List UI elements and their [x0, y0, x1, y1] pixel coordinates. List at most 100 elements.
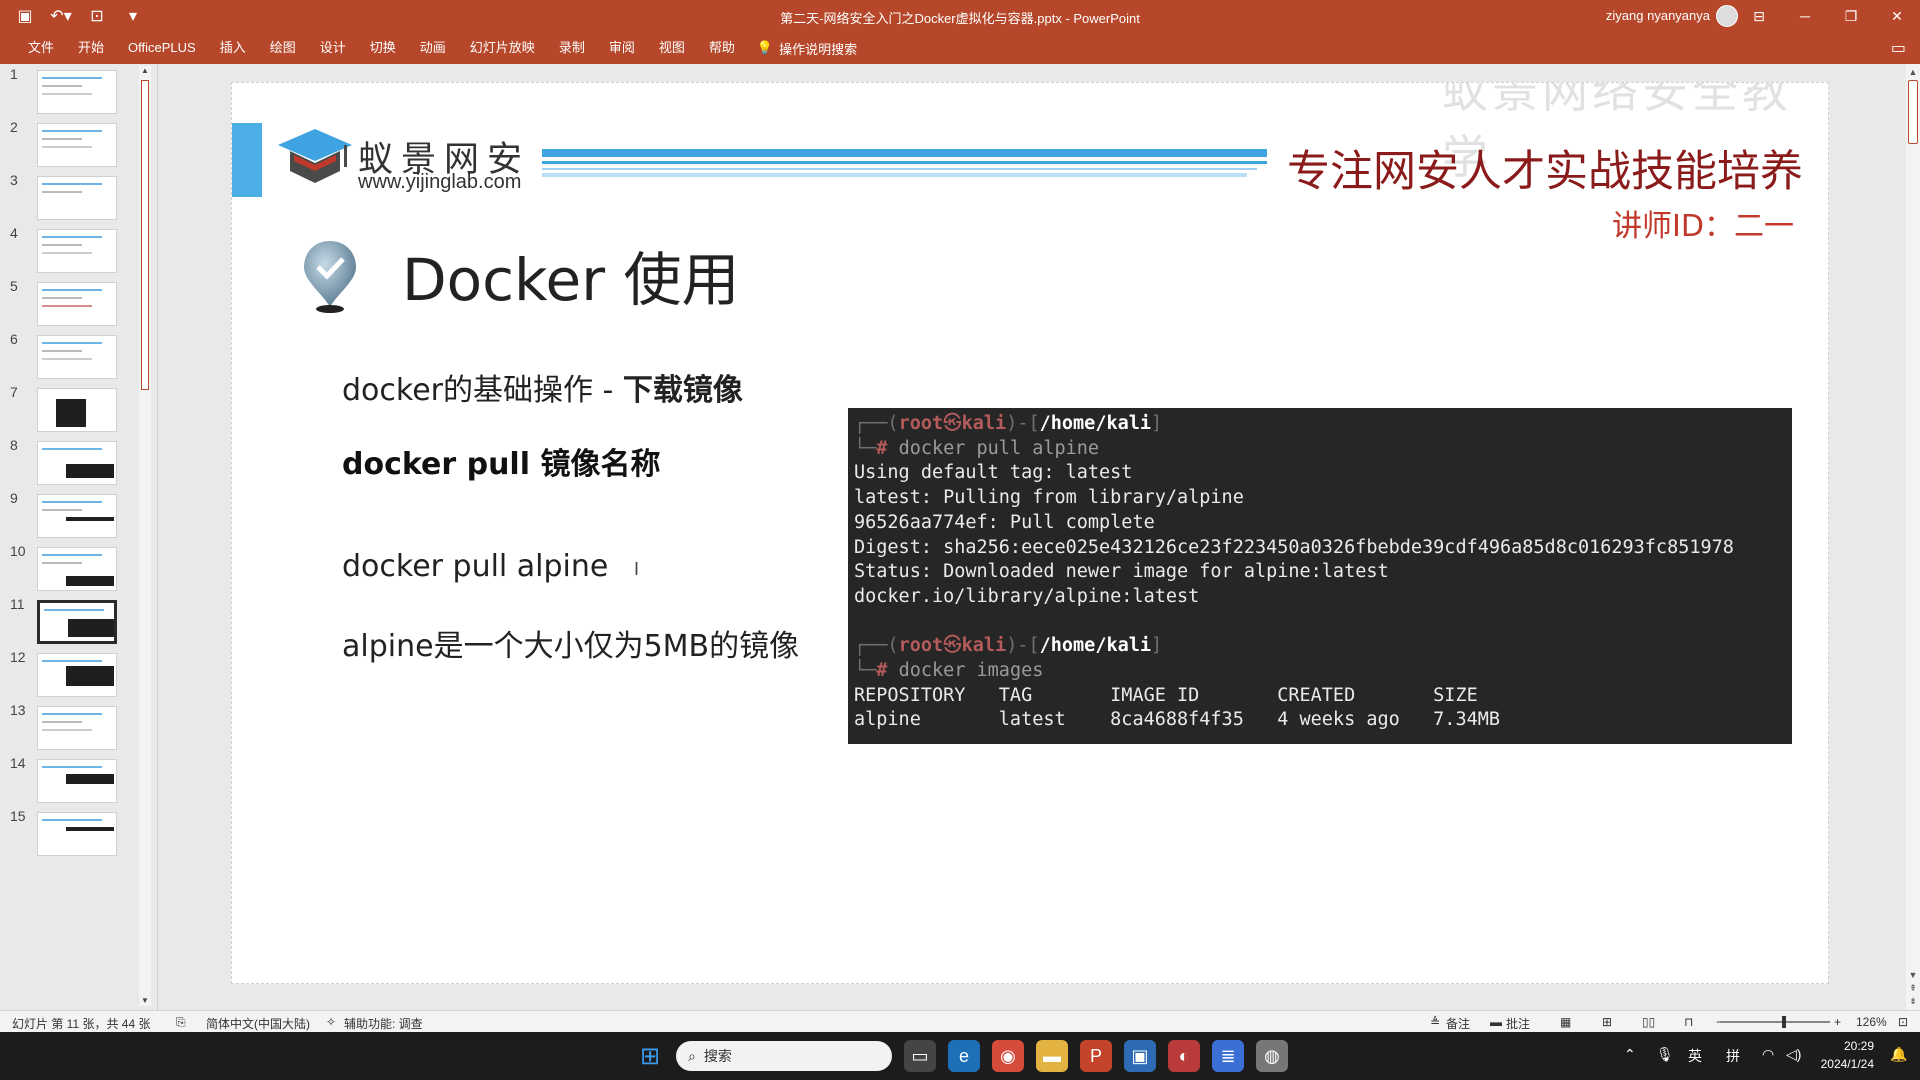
- notes-icon[interactable]: ≜: [1430, 1015, 1440, 1029]
- tab-review[interactable]: 审阅: [597, 32, 647, 64]
- thumbnail-item[interactable]: 13: [0, 702, 140, 762]
- scroll-up-icon[interactable]: ▲: [140, 66, 150, 76]
- microphone-icon[interactable]: 🎙: [1656, 1046, 1674, 1063]
- task-view-icon[interactable]: ▭: [904, 1040, 936, 1072]
- thumbnail-item[interactable]: 5: [0, 278, 140, 338]
- undo-icon[interactable]: ↶▾: [46, 2, 76, 30]
- thumbnail-image[interactable]: [37, 176, 117, 220]
- thumbnail-item[interactable]: 4: [0, 225, 140, 285]
- maximize-button[interactable]: ❐: [1828, 0, 1874, 32]
- system-clock[interactable]: 20:29 2024/1/24: [1821, 1037, 1874, 1073]
- accessibility-status[interactable]: 辅助功能: 调查: [344, 1015, 423, 1032]
- zoom-slider-thumb[interactable]: [1782, 1016, 1786, 1028]
- thumbnail-item[interactable]: 7: [0, 384, 140, 444]
- thumbnail-image[interactable]: [37, 759, 117, 803]
- volume-icon[interactable]: ◁): [1786, 1046, 1801, 1063]
- avatar[interactable]: [1716, 5, 1738, 27]
- tab-slideshow[interactable]: 幻灯片放映: [458, 32, 547, 64]
- thumbnail-image[interactable]: [37, 653, 117, 697]
- thumbnail-image[interactable]: [37, 812, 117, 856]
- zoom-level[interactable]: 126%: [1856, 1015, 1887, 1029]
- notepad-icon[interactable]: ≣: [1212, 1040, 1244, 1072]
- thumbnail-item[interactable]: 1: [0, 66, 140, 126]
- user-name[interactable]: ziyang nyanyanya: [1606, 8, 1710, 23]
- notes-button[interactable]: 备注: [1446, 1015, 1470, 1032]
- ribbon-display-options-icon[interactable]: ⊟: [1736, 0, 1782, 32]
- bullet-example-command[interactable]: docker pull alpine: [342, 549, 608, 584]
- remote-desktop-icon[interactable]: ▣: [1124, 1040, 1156, 1072]
- thumbnail-image[interactable]: [37, 494, 117, 538]
- close-button[interactable]: ✕: [1874, 0, 1920, 32]
- thumbnail-item[interactable]: 3: [0, 172, 140, 232]
- tab-view[interactable]: 视图: [647, 32, 697, 64]
- tab-home[interactable]: 开始: [66, 32, 116, 64]
- slide-title[interactable]: Docker 使用: [402, 233, 740, 317]
- tab-officeplus[interactable]: OfficePLUS: [116, 32, 208, 64]
- thumbnail-image[interactable]: [37, 229, 117, 273]
- edge-browser-icon[interactable]: e: [948, 1040, 980, 1072]
- spelling-check-icon[interactable]: ⎘: [176, 1015, 186, 1030]
- slideshow-from-start-icon[interactable]: ⊡: [82, 2, 112, 30]
- scroll-down-icon[interactable]: ▼: [1907, 969, 1919, 981]
- taskbar-search[interactable]: ⌕ 搜索: [676, 1041, 892, 1071]
- app-icon[interactable]: ◍: [1256, 1040, 1288, 1072]
- file-explorer-icon[interactable]: ▬: [1036, 1040, 1068, 1072]
- thumbnail-image[interactable]: [37, 706, 117, 750]
- tray-overflow-icon[interactable]: ⌃: [1624, 1046, 1636, 1063]
- bullet-alpine-note[interactable]: alpine是一个大小仅为5MB的镜像: [342, 621, 799, 665]
- tab-transitions[interactable]: 切换: [358, 32, 408, 64]
- scrollbar-thumb[interactable]: [1908, 80, 1918, 144]
- thumbnail-item[interactable]: 2: [0, 119, 140, 179]
- windows-start-icon[interactable]: ⊞: [634, 1040, 666, 1072]
- tab-help[interactable]: 帮助: [697, 32, 747, 64]
- thumbnail-item[interactable]: 8: [0, 437, 140, 497]
- tab-draw[interactable]: 绘图: [258, 32, 308, 64]
- slide-sorter-icon[interactable]: ⊞: [1602, 1015, 1612, 1029]
- accessibility-icon[interactable]: ✧: [326, 1015, 336, 1029]
- normal-view-icon[interactable]: ▦: [1560, 1015, 1571, 1029]
- fit-to-window-icon[interactable]: ⊡: [1898, 1015, 1908, 1029]
- thumbnail-item[interactable]: 9: [0, 490, 140, 550]
- thumbnail-image[interactable]: [37, 441, 117, 485]
- tab-design[interactable]: 设计: [308, 32, 358, 64]
- scroll-down-icon[interactable]: ▼: [140, 996, 150, 1006]
- bullet-command-syntax[interactable]: docker pull 镜像名称: [342, 439, 660, 483]
- reading-view-icon[interactable]: ▯▯: [1642, 1015, 1655, 1029]
- zoom-slider[interactable]: [1720, 1021, 1830, 1023]
- chrome-browser-icon[interactable]: ◉: [992, 1040, 1024, 1072]
- thumbnail-image[interactable]: [37, 547, 117, 591]
- terminal-screenshot[interactable]: ┌──(root㉿kali)-[/home/kali] └─# docker p…: [848, 408, 1792, 744]
- thumbnail-image[interactable]: [37, 70, 117, 114]
- language-indicator[interactable]: 简体中文(中国大陆): [206, 1015, 310, 1032]
- thumbnail-item[interactable]: 14: [0, 755, 140, 815]
- tab-record[interactable]: 录制: [547, 32, 597, 64]
- tab-animations[interactable]: 动画: [408, 32, 458, 64]
- thumbnail-item[interactable]: 6: [0, 331, 140, 391]
- thumbnail-image[interactable]: [37, 282, 117, 326]
- thumbnail-scrollbar[interactable]: ▲ ▼: [139, 66, 151, 1006]
- ime-mode[interactable]: 拼: [1726, 1046, 1740, 1066]
- slide-scrollbar[interactable]: ▲ ▼ ⇞ ⇟: [1906, 64, 1920, 1010]
- comments-button[interactable]: 批注: [1506, 1015, 1530, 1032]
- next-slide-icon[interactable]: ⇟: [1907, 995, 1919, 1007]
- minimize-button[interactable]: ─: [1782, 0, 1828, 32]
- tab-insert[interactable]: 插入: [208, 32, 258, 64]
- tab-file[interactable]: 文件: [16, 32, 66, 64]
- tell-me-search[interactable]: 💡 操作说明搜索: [747, 39, 857, 58]
- screen-recorder-icon[interactable]: ◐: [1168, 1040, 1200, 1072]
- ime-language[interactable]: 英: [1688, 1046, 1702, 1066]
- thumbnail-image[interactable]: [37, 335, 117, 379]
- notifications-bell-icon[interactable]: 🔔: [1890, 1046, 1907, 1063]
- thumbnail-item-selected[interactable]: 11: [0, 596, 140, 656]
- thumbnail-item[interactable]: 15: [0, 808, 140, 868]
- customize-toolbar-icon[interactable]: ▾: [118, 2, 148, 30]
- comments-icon[interactable]: ▭: [1891, 38, 1906, 58]
- slideshow-view-icon[interactable]: ⊓: [1684, 1015, 1693, 1029]
- previous-slide-icon[interactable]: ⇞: [1907, 982, 1919, 994]
- thumbnail-image[interactable]: [37, 388, 117, 432]
- powerpoint-app-icon[interactable]: P: [1080, 1040, 1112, 1072]
- save-icon[interactable]: ▣: [10, 2, 40, 30]
- zoom-in-icon[interactable]: +: [1834, 1015, 1841, 1029]
- thumbnail-item[interactable]: 12: [0, 649, 140, 709]
- scrollbar-thumb[interactable]: [141, 80, 149, 390]
